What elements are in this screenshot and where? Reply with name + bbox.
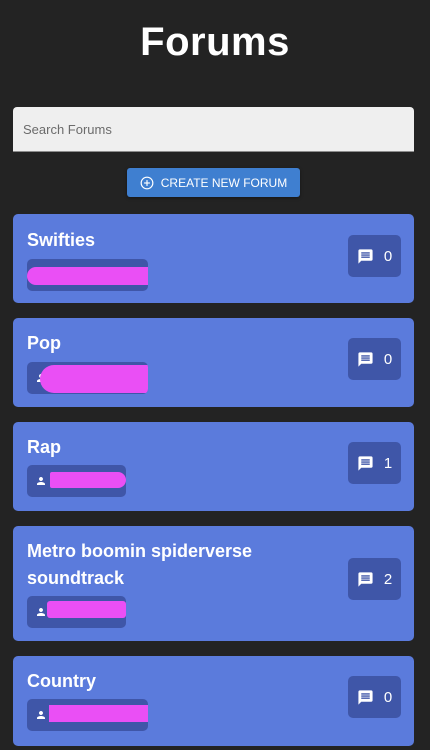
forum-name: Metro boomin spiderverse soundtrack	[27, 541, 253, 588]
person-icon	[35, 474, 47, 492]
comment-count-chip: 0	[348, 235, 401, 277]
author-redaction	[27, 267, 148, 285]
author-redaction	[49, 705, 148, 722]
search-input[interactable]	[13, 107, 414, 152]
create-new-forum-button[interactable]: CREATE NEW FORUM	[127, 168, 300, 197]
create-new-forum-label: CREATE NEW FORUM	[160, 175, 288, 190]
forum-name: Swifties	[27, 230, 96, 250]
comment-count: 1	[383, 454, 393, 472]
forum-author-chip	[27, 362, 148, 394]
person-icon	[35, 605, 47, 623]
forum-name: Country	[27, 671, 96, 691]
author-redaction	[50, 472, 126, 488]
forum-card[interactable]: Swifties 0	[13, 214, 414, 303]
forum-author-chip	[27, 596, 126, 628]
forum-card[interactable]: Country 0	[13, 656, 414, 746]
forum-name: Pop	[27, 333, 61, 353]
comment-count: 2	[383, 570, 393, 588]
comment-count: 0	[383, 350, 393, 368]
comment-icon	[357, 248, 374, 265]
forum-author-chip	[27, 465, 126, 497]
person-icon	[35, 708, 47, 726]
author-redaction	[47, 601, 126, 618]
comment-count-chip: 0	[348, 676, 401, 718]
forum-name: Rap	[27, 437, 62, 457]
comment-icon	[357, 571, 374, 588]
comment-count: 0	[383, 247, 393, 265]
forum-author-chip	[27, 699, 148, 731]
plus-circle-icon	[140, 176, 154, 190]
forum-card[interactable]: Pop 0	[13, 318, 414, 407]
forum-card[interactable]: Metro boomin spiderverse soundtrack 2	[13, 526, 414, 641]
comment-icon	[357, 351, 374, 368]
author-redaction	[40, 365, 148, 393]
forum-author-chip	[27, 259, 148, 291]
comment-count-chip: 0	[348, 338, 401, 380]
comment-count: 0	[383, 688, 393, 706]
forum-card[interactable]: Rap 1	[13, 422, 414, 511]
comment-count-chip: 2	[348, 558, 401, 600]
comment-icon	[357, 455, 374, 472]
page-title: Forums	[140, 20, 290, 64]
comment-count-chip: 1	[348, 442, 401, 484]
comment-icon	[357, 689, 374, 706]
